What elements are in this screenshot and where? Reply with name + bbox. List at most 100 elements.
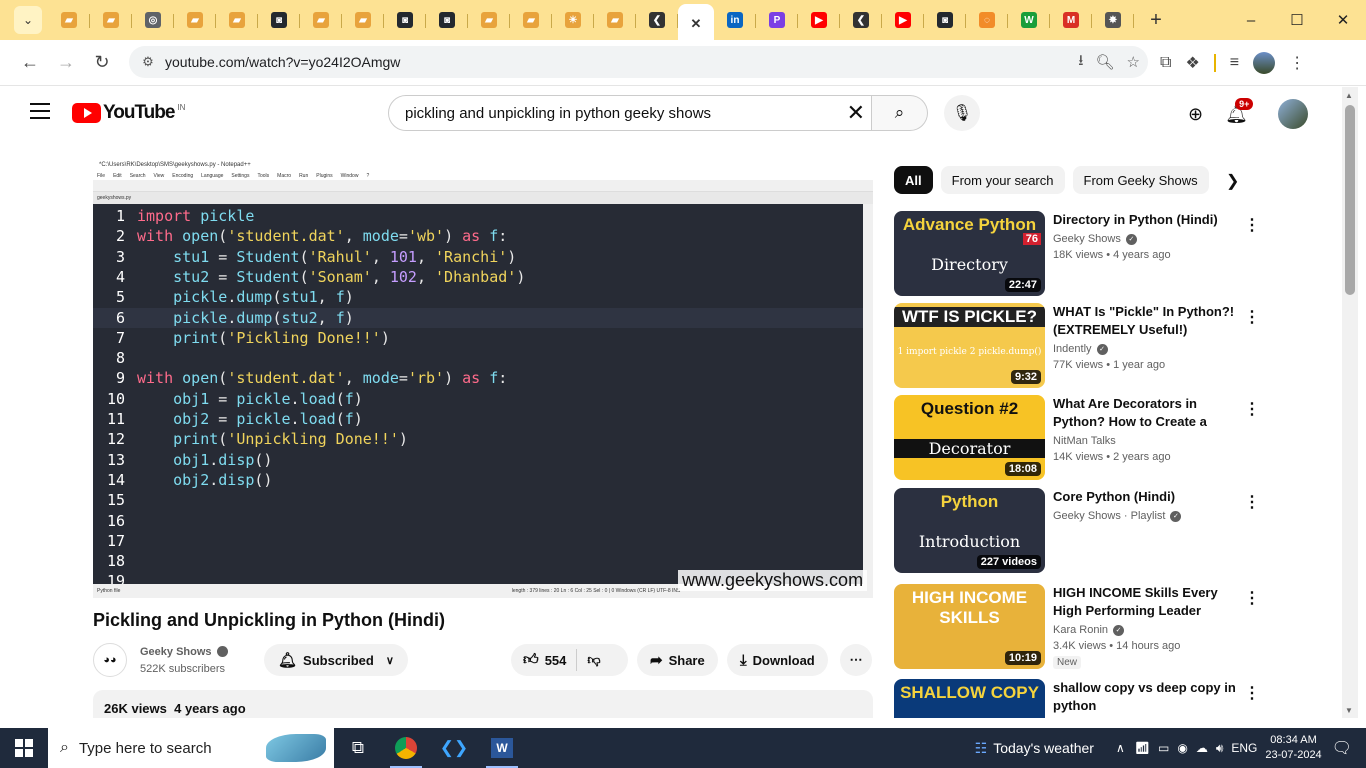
taskbar-search[interactable]: ⌕ Type here to search [48, 728, 334, 768]
recommendation-title[interactable]: What Are Decorators in Python? How to Cr… [1053, 395, 1238, 431]
scrollbar-thumb[interactable] [1345, 105, 1355, 295]
browser-tab[interactable]: ▶ [882, 4, 924, 36]
scroll-up-icon[interactable]: ▲ [1345, 91, 1353, 100]
maximize-button[interactable]: ☐ [1274, 0, 1320, 40]
recommendation-item[interactable]: Python Introduction 227 videos Core Python … [894, 488, 1260, 574]
volume-icon[interactable]: 🔊︎ [1216, 741, 1224, 756]
dislike-icon[interactable]: 👎︎ [587, 652, 600, 668]
start-button[interactable] [0, 728, 48, 768]
browser-tab[interactable]: ◙ [258, 4, 300, 36]
voice-search-icon[interactable]: 🎙︎ [944, 95, 980, 131]
browser-tab[interactable]: ▰ [510, 4, 552, 36]
video-thumbnail[interactable]: WTF IS PICKLE? 1 import pickle 2 pickle.d… [894, 303, 1045, 388]
video-thumbnail[interactable]: Python Introduction 227 videos [894, 488, 1045, 573]
subscribed-button[interactable]: 🔔︎ Subscribed ∨ [264, 644, 408, 676]
channel-name[interactable]: Geeky Shows [140, 646, 212, 658]
chrome-menu-icon[interactable]: ⋮ [1289, 53, 1305, 73]
recommendation-item[interactable]: SHALLOW COPY shallow copy vs deep copy in… [894, 679, 1260, 718]
more-vertical-icon[interactable]: ⋮ [1244, 307, 1260, 327]
notification-center-icon[interactable]: 🗨︎ [1332, 738, 1352, 758]
browser-tab[interactable]: in [714, 4, 756, 36]
url-text[interactable]: youtube.com/watch?v=yo24I2OAmgw [165, 54, 400, 70]
filter-chip[interactable]: All [894, 166, 933, 194]
search-box[interactable]: ✕ [388, 95, 872, 131]
more-vertical-icon[interactable]: ⋮ [1244, 399, 1260, 419]
description-box[interactable]: 26K views 4 years ago [93, 690, 873, 718]
address-bar[interactable]: ⚙ youtube.com/watch?v=yo24I2OAmgw ⭳ 🔍︎ ☆ [129, 46, 1148, 78]
new-tab-button[interactable]: + [1142, 6, 1170, 34]
vscode-taskbar-icon[interactable]: ❮❯ [430, 728, 478, 768]
browser-tab[interactable]: ✸ [1092, 4, 1134, 36]
scroll-down-icon[interactable]: ▼ [1345, 706, 1353, 715]
browser-tab[interactable]: ▰ [594, 4, 636, 36]
recommendation-channel[interactable]: Geeky Shows · Playlist [1053, 510, 1165, 522]
recommendation-channel[interactable]: Geeky Shows [1053, 233, 1121, 245]
recommendation-item[interactable]: Question #2 Decorator 18:08 What Are Decora… [894, 395, 1260, 481]
tab-groups-icon[interactable]: ⧉ [1160, 54, 1171, 72]
recommendation-item[interactable]: HIGH INCOME SKILLS 10:19 HIGH INCOME Skill… [894, 584, 1260, 670]
like-count[interactable]: 554 [545, 653, 567, 668]
browser-tab[interactable]: ▰ [342, 4, 384, 36]
browser-tab[interactable]: ▰ [300, 4, 342, 36]
wifi-icon[interactable]: 📶︎ [1135, 741, 1150, 755]
filter-chip[interactable]: From Geeky Shows [1072, 166, 1209, 194]
more-vertical-icon[interactable]: ⋮ [1244, 588, 1260, 608]
back-button[interactable]: ← [12, 45, 48, 81]
chevron-up-icon[interactable]: ∧ [1116, 741, 1125, 755]
word-taskbar-icon[interactable]: W [478, 728, 526, 768]
browser-tab[interactable]: ▰ [174, 4, 216, 36]
zoom-icon[interactable]: 🔍︎ [1096, 53, 1115, 71]
recommendation-title[interactable]: shallow copy vs deep copy in python [1053, 679, 1238, 715]
recommendation-title[interactable]: Core Python (Hindi) [1053, 488, 1238, 506]
clock[interactable]: 08:34 AM 23-07-2024 [1265, 733, 1321, 763]
browser-tab[interactable]: ◎ [132, 4, 174, 36]
recommendation-title[interactable]: HIGH INCOME Skills Every High Performing… [1053, 584, 1238, 620]
chevron-right-icon[interactable]: ❯ [1226, 171, 1239, 191]
close-window-button[interactable]: ✕ [1320, 0, 1366, 40]
battery-icon[interactable]: ▭ [1158, 741, 1169, 755]
browser-tab[interactable]: ✕ [678, 4, 714, 44]
weather-widget[interactable]: ☷ Today's weather [975, 740, 1094, 757]
site-info-icon[interactable]: ⚙ [133, 54, 163, 70]
create-video-icon[interactable]: ⊕ [1188, 104, 1203, 125]
task-view-icon[interactable]: ⧉ [334, 728, 382, 768]
recommendation-item[interactable]: WTF IS PICKLE? 1 import pickle 2 pickle.d… [894, 303, 1260, 389]
browser-tab[interactable]: M [1050, 4, 1092, 36]
tab-search-button[interactable]: ⌄ [14, 6, 42, 34]
browser-tab[interactable]: W [1008, 4, 1050, 36]
recommendation-title[interactable]: WHAT Is "Pickle" In Python?! (EXTREMELY … [1053, 303, 1238, 339]
more-vertical-icon[interactable]: ⋮ [1244, 492, 1260, 512]
browser-tab[interactable]: ▰ [468, 4, 510, 36]
channel-avatar[interactable]: ◕◕ [93, 642, 127, 677]
like-icon[interactable]: 👍︎ [523, 651, 539, 669]
download-button[interactable]: ⤓ Download [727, 644, 828, 676]
extensions-icon[interactable]: ❖ [1185, 53, 1199, 73]
media-controls-icon[interactable]: ≡ [1230, 54, 1239, 72]
video-thumbnail[interactable]: SHALLOW COPY [894, 679, 1045, 718]
forward-button[interactable]: → [48, 45, 84, 81]
language-indicator[interactable]: ENG [1231, 741, 1257, 755]
guide-menu-icon[interactable] [30, 103, 50, 124]
bookmark-star-icon[interactable]: ☆ [1127, 53, 1140, 71]
search-input[interactable] [405, 104, 845, 122]
browser-tab[interactable]: ▰ [48, 4, 90, 36]
page-scrollbar[interactable]: ▲ ▼ [1342, 87, 1358, 718]
more-vertical-icon[interactable]: ⋮ [1244, 683, 1260, 703]
browser-tab[interactable]: ▶ [798, 4, 840, 36]
video-thumbnail[interactable]: Question #2 Decorator 18:08 [894, 395, 1045, 480]
browser-tab[interactable]: ❮ [636, 4, 678, 36]
clear-search-icon[interactable]: ✕ [847, 100, 865, 126]
browser-tab[interactable]: ▰ [216, 4, 258, 36]
minimize-button[interactable]: – [1228, 0, 1274, 40]
notifications-bell-icon[interactable]: 🔔︎ 9+ [1225, 97, 1254, 125]
recommendation-channel[interactable]: Kara Ronin [1053, 624, 1108, 636]
more-actions-button[interactable]: ⋯ [840, 644, 872, 676]
install-app-icon[interactable]: ⭳ [1078, 50, 1083, 75]
browser-tab[interactable]: ◙ [924, 4, 966, 36]
browser-tab[interactable]: ◌ [966, 4, 1008, 36]
browser-tab[interactable]: ◙ [384, 4, 426, 36]
share-button[interactable]: ➦ Share [637, 644, 718, 676]
recommendation-title[interactable]: Directory in Python (Hindi) [1053, 211, 1238, 229]
recommendation-channel[interactable]: NitMan Talks [1053, 435, 1116, 447]
video-thumbnail[interactable]: Advance Python Directory 76 22:47 [894, 211, 1045, 296]
